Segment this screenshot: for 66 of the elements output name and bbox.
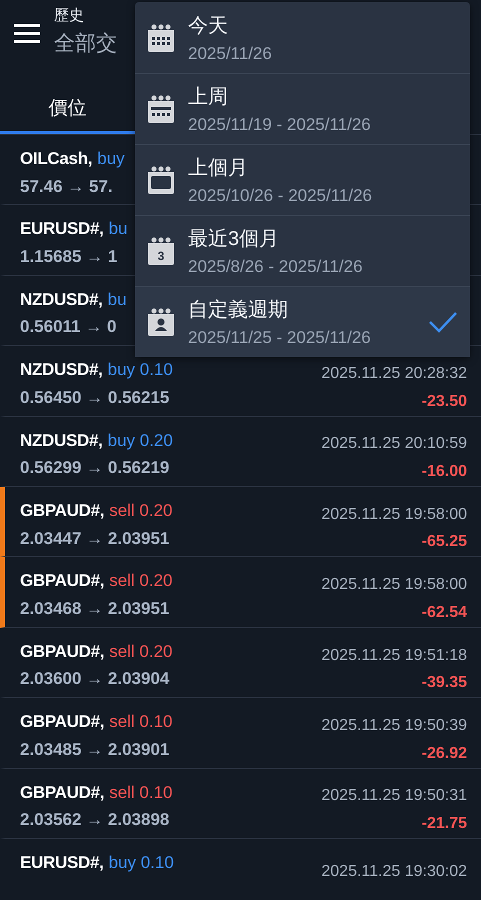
symbol: GBPAUD#, — [20, 571, 104, 592]
symbol: GBPAUD#, — [20, 642, 104, 662]
symbol: GBPAUD#, — [20, 782, 104, 803]
trade-profit: -23.50 — [422, 392, 467, 411]
trade-time: 2025.11.25 19:58:00 — [321, 576, 467, 594]
trade-side: bu — [108, 290, 127, 310]
trade-prices: 2.03447 → 2.03951 — [20, 528, 170, 550]
trade-time: 2025.11.25 19:50:39 — [321, 716, 467, 735]
trade-side: sell 0.10 — [109, 782, 173, 803]
trade-side: buy 0.10 — [108, 852, 174, 873]
trade-profit: -26.92 — [422, 744, 467, 763]
screen-title: 歷史 — [54, 6, 85, 25]
trade-profit: -62.54 — [422, 604, 467, 622]
trade-time: 2025.11.25 19:50:31 — [321, 787, 467, 806]
trade-row[interactable]: GBPAUD#, sell 0.20 2025.11.25 19:58:00 2.03447 → 2.03951 -65.25 — [0, 486, 481, 558]
trade-row[interactable]: GBPAUD#, sell 0.10 2025.11.25 19:50:39 2.03485 → 2.03901 -26.92 — [0, 698, 481, 769]
trade-time: 2025.11.25 20:28:32 — [321, 365, 467, 384]
period-option[interactable]: 上周 2025/11/19 - 2025/11/26 — [135, 73, 470, 144]
trade-row[interactable]: EURUSD#, buy 0.10 2025.11.25 19:30:02 — [0, 838, 481, 900]
trade-prices: 0.56450 → 0.56215 — [20, 388, 170, 409]
trade-time: 2025.11.25 19:51:18 — [321, 646, 467, 665]
trade-prices: 2.03600 → 2.03904 — [20, 669, 170, 690]
trade-row[interactable]: GBPAUD#, sell 0.10 2025.11.25 19:50:31 2.03562 → 2.03898 -21.75 — [0, 768, 481, 839]
trade-time: 2025.11.25 19:30:02 — [321, 862, 467, 881]
trade-prices: 57.46 → 57. — [20, 176, 113, 198]
trade-profit: -65.25 — [422, 533, 467, 552]
menu-icon — [14, 23, 40, 43]
trade-prices: 2.03485 → 2.03901 — [20, 740, 170, 761]
trade-profit: -21.75 — [422, 815, 467, 834]
trade-time: 2025.11.25 20:10:59 — [321, 435, 467, 454]
trade-side: sell 0.20 — [109, 642, 173, 662]
calendar-icon — [145, 93, 177, 125]
symbol: NZDUSD#, — [20, 360, 103, 380]
check-icon — [428, 311, 458, 333]
trade-prices: 0.56299 → 0.56219 — [20, 458, 170, 480]
symbol: OILCash, — [20, 149, 92, 169]
symbol: EURUSD#, — [20, 852, 104, 873]
trade-prices: 2.03562 → 2.03898 — [20, 810, 170, 832]
symbol: EURUSD#, — [20, 219, 104, 240]
calendar-icon — [145, 22, 177, 54]
calendar-icon — [145, 306, 177, 338]
trade-profit: -39.35 — [422, 674, 467, 692]
calendar-icon — [145, 164, 177, 196]
period-option[interactable]: 自定義週期 2025/11/25 - 2025/11/26 — [135, 286, 470, 357]
trade-side: buy 0.10 — [108, 360, 173, 380]
symbol: GBPAUD#, — [20, 500, 104, 521]
symbol: NZDUSD#, — [20, 430, 103, 451]
trade-side: sell 0.10 — [109, 712, 173, 732]
trade-side: buy 0.20 — [108, 430, 173, 451]
period-option[interactable]: 上個月 2025/10/26 - 2025/11/26 — [135, 144, 470, 215]
period-option[interactable]: 今天 2025/11/26 — [135, 2, 470, 73]
symbol: GBPAUD#, — [20, 712, 104, 732]
trade-side: bu — [108, 219, 128, 240]
trade-side: buy — [97, 149, 125, 169]
filter-label: 全部交 — [54, 31, 117, 57]
trade-row[interactable]: GBPAUD#, sell 0.20 2025.11.25 19:58:00 2.03468 → 2.03951 -62.54 — [0, 557, 481, 628]
symbol: NZDUSD#, — [20, 290, 103, 310]
trade-profit: -16.00 — [422, 463, 467, 482]
trade-prices: 1.15685 → 1 — [20, 247, 118, 268]
trade-prices: 0.56011 → 0 — [20, 317, 116, 338]
trade-row[interactable]: GBPAUD#, sell 0.20 2025.11.25 19:51:18 2.03600 → 2.03904 -39.35 — [0, 628, 481, 698]
trade-row[interactable]: NZDUSD#, buy 0.20 2025.11.25 20:10:59 0.56299 → 0.56219 -16.00 — [0, 416, 481, 487]
trade-prices: 2.03468 → 2.03951 — [20, 599, 170, 620]
trade-side: sell 0.20 — [109, 571, 173, 592]
trade-time: 2025.11.25 19:58:00 — [321, 506, 467, 524]
trade-side: sell 0.20 — [109, 500, 173, 521]
